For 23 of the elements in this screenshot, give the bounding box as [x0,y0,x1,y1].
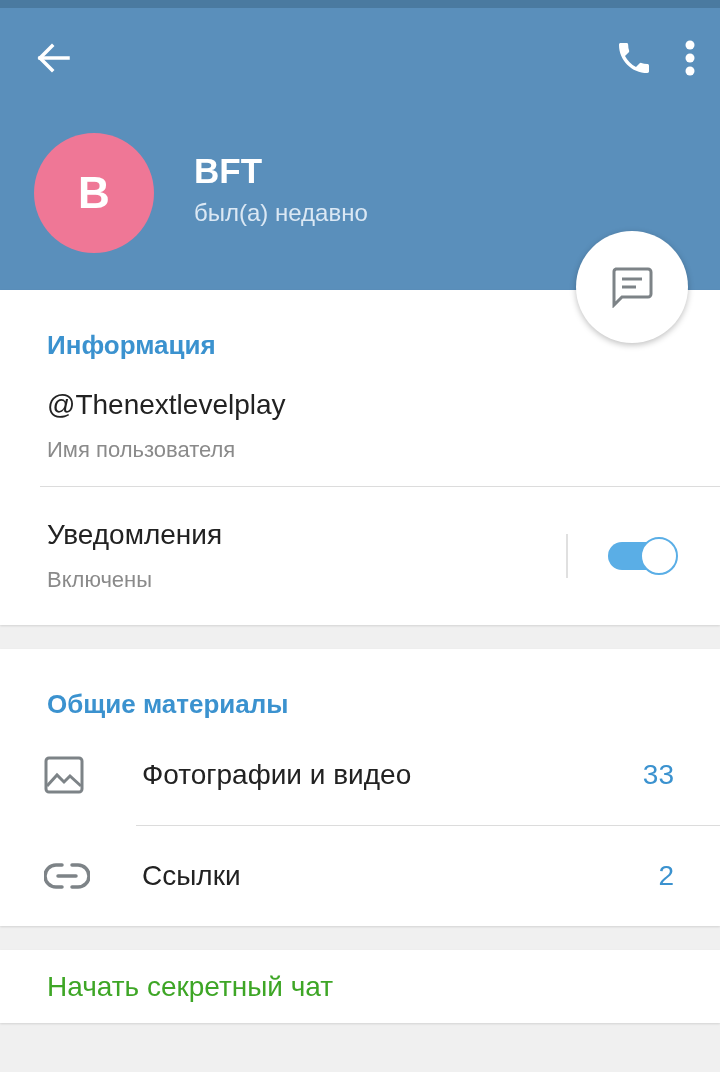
notifications-title: Уведомления [47,519,224,551]
message-icon [610,266,654,308]
section-title: Информация [46,330,217,362]
media-row[interactable]: Ссылки 2 [0,826,720,926]
more-icon [684,40,696,76]
more-button[interactable] [684,40,696,76]
section-title: Общие материалы [46,689,290,721]
notifications-status: Включены [47,567,154,593]
avatar: B [34,133,154,253]
notifications-switch[interactable] [608,537,678,575]
username-label: Имя пользователя [47,437,237,463]
media-count: 33 [642,759,674,791]
back-arrow-icon [36,42,72,74]
username: @Thenextlevelplay [47,389,287,421]
media-label: Фотографии и видео [142,759,413,791]
last-seen-status: был(а) недавно [194,199,368,227]
media-row[interactable]: Фотографии и видео 33 [0,725,720,825]
media-label: Ссылки [142,860,242,892]
contact-name: BFT [194,151,264,191]
media-count: 2 [658,860,674,892]
image-icon [44,756,84,794]
back-button[interactable] [36,42,72,74]
link-icon [44,862,90,890]
